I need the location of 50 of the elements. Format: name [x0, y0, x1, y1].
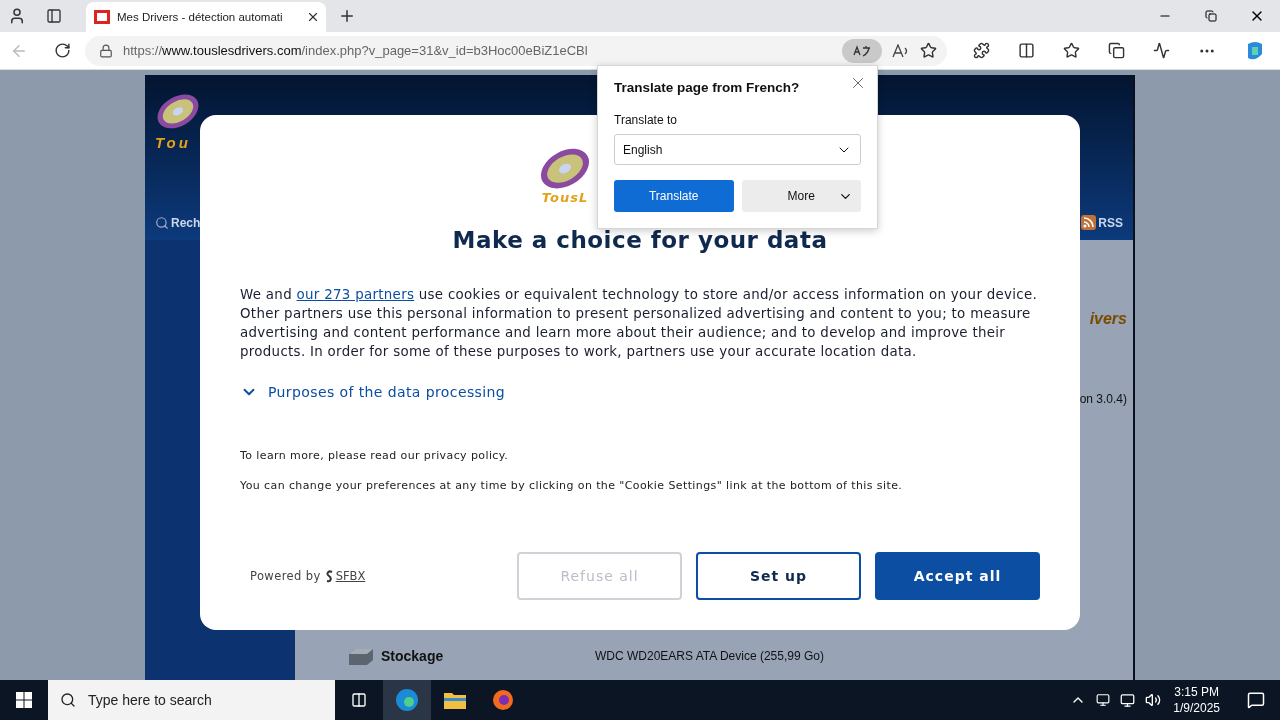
preferences-text: You can change your preferences at any time by clicking on the "Cookie Settings" link at the bottom of this site. [240, 479, 904, 493]
site-favicon-icon [94, 10, 110, 24]
disc-logo-icon [155, 93, 201, 130]
banner-text: ivers [1089, 310, 1127, 328]
search-icon [155, 215, 169, 230]
accept-button[interactable]: Accept all [875, 552, 1040, 600]
language-select[interactable]: English [614, 134, 861, 165]
health-icon[interactable] [1153, 42, 1170, 59]
lock-icon [99, 43, 113, 58]
reload-icon[interactable] [54, 42, 71, 59]
consent-logo-text: TousL [541, 190, 589, 206]
new-tab-icon[interactable] [338, 7, 356, 25]
translate-to-label: Translate to [614, 113, 678, 127]
sfbx-logo-icon [324, 569, 334, 583]
partners-link[interactable]: our 273 partners [296, 287, 415, 303]
profile-icon[interactable] [8, 7, 26, 25]
search-icon [60, 692, 76, 708]
popup-title: Translate page from French? [614, 80, 801, 95]
split-screen-icon[interactable] [1018, 42, 1035, 59]
collections-icon[interactable] [1108, 42, 1125, 59]
learn-more-text: To learn more, please read our privacy policy. [240, 449, 510, 463]
more-button[interactable]: More [741, 180, 861, 212]
consent-text: We and our 273 partners use cookies or equivalent technology to store and/or access information on your device. Other partners use this personal information to present personalized advertising and content to you; to measure advertising and content performance and learn more about their audience; and to develop and improve their products. In order for some of these purposes to work, partners use your accurate location data. [240, 286, 1039, 362]
search-link[interactable]: Rech [155, 215, 201, 230]
taskbar-search-field[interactable]: Type here to search [48, 680, 335, 720]
read-aloud-icon[interactable] [892, 43, 910, 58]
favorites-icon[interactable] [1063, 42, 1080, 59]
translate-button[interactable]: Translate [614, 180, 734, 212]
disc-logo-icon [538, 147, 592, 191]
setup-button[interactable]: Set up [696, 552, 861, 600]
purposes-toggle[interactable]: Purposes of the data processing [240, 383, 1040, 402]
browser-tab[interactable]: Mes Drivers - détection automati [86, 2, 326, 32]
storage-label: Stockage [381, 648, 445, 664]
site-logo-text: Tou [155, 133, 191, 151]
translate-icon[interactable] [842, 38, 882, 63]
rss-link[interactable]: RSS [1081, 215, 1123, 230]
version-text: on 3.0.4) [1079, 392, 1127, 406]
taskbar-clock[interactable]: 3:15 PM 1/9/2025 [1173, 684, 1220, 716]
hard-drive-icon [347, 646, 375, 666]
powered-by-text: Powered by [250, 569, 321, 583]
storage-value: WDC WD20EARS ATA Device (255,99 Go) [595, 649, 824, 663]
dialog-title: Make a choice for your data [451, 227, 829, 254]
network-icon[interactable] [1120, 692, 1136, 708]
extensions-icon[interactable] [973, 42, 990, 59]
volume-icon[interactable] [1145, 692, 1162, 708]
sfbx-link[interactable]: SFBX [324, 569, 366, 583]
address-bar[interactable]: https://www.touslesdrivers.com/index.php?v_page=31&v_id=b3Hoc00eBiZ1eCBl [85, 35, 947, 66]
close-icon[interactable] [306, 10, 320, 24]
sidebar-icon[interactable] [46, 8, 62, 24]
favorite-star-icon[interactable] [920, 42, 937, 59]
